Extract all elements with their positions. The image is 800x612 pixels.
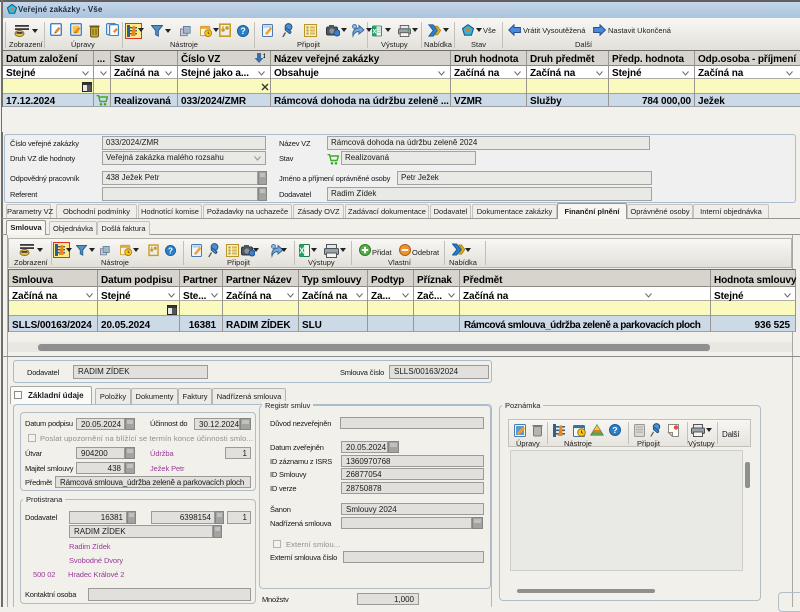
svg-text:X: X [299,247,305,256]
svg-text:?: ? [612,425,617,435]
svg-text:X: X [372,29,377,36]
svg-text:?: ? [168,246,173,255]
svg-text:?: ? [240,26,245,36]
svg-text:1: 1 [263,54,265,60]
